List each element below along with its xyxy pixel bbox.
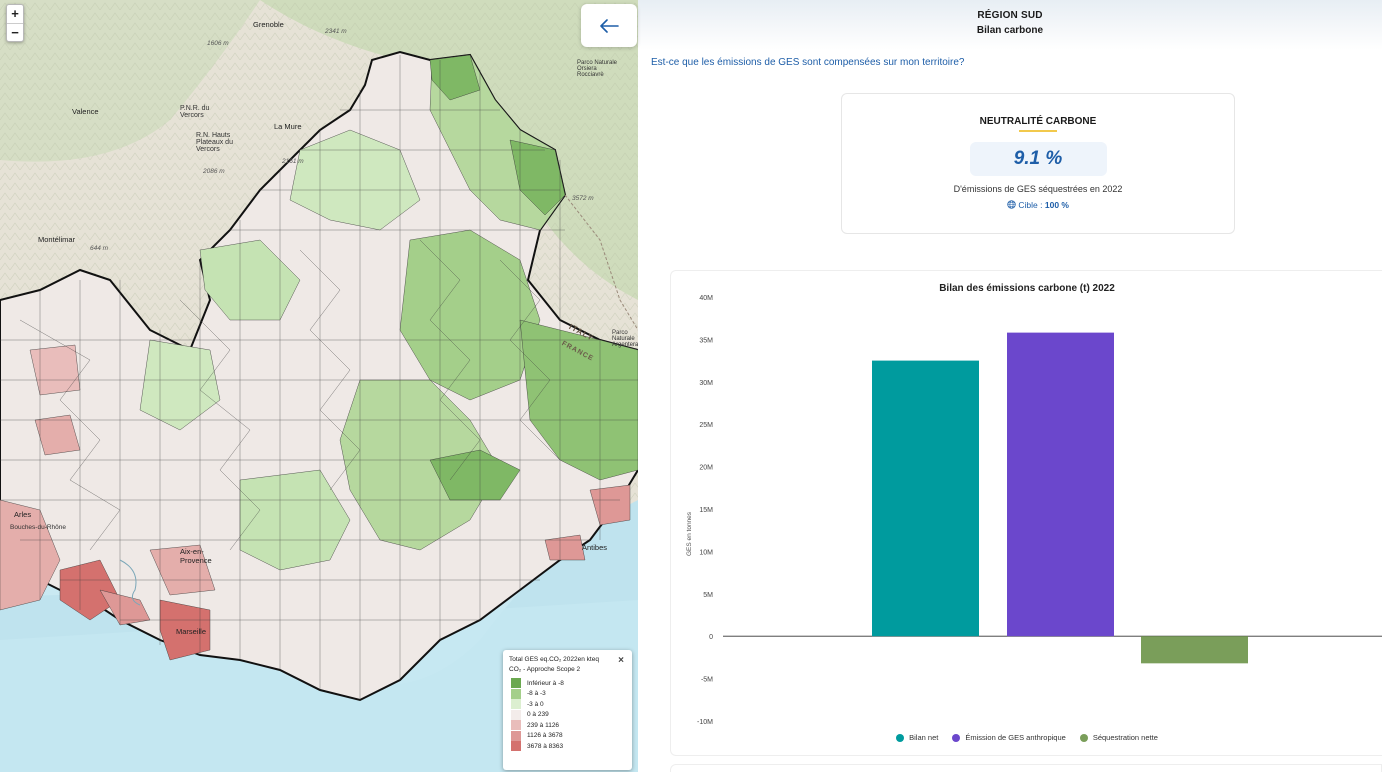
map-label-montelimar: Montélimar — [38, 235, 76, 244]
y-tick-label: 20M — [699, 465, 713, 472]
map-label-grenoble: Grenoble — [253, 20, 284, 29]
map-label-arles: Arles — [14, 510, 32, 519]
map-label-vercors: P.N.R. du Vercors — [180, 105, 210, 119]
map-label-parco-argentera: Parco Naturale Argentera — [612, 330, 638, 348]
page-subtitle: Bilan carbone — [976, 25, 1044, 36]
arrow-left-icon — [600, 18, 619, 33]
chart-legend: Bilan net Émission de GES anthropique Sé… — [671, 733, 1382, 742]
legend-item-label: -3 à 0 — [527, 700, 544, 708]
neutrality-value: 9.1 % — [969, 142, 1107, 176]
map-label-altitude-1606: 1606 m — [207, 40, 229, 47]
map-pane[interactable]: + − Grenoble Valence La Mure Montélimar … — [0, 0, 638, 772]
map-label-la-mure: La Mure — [274, 122, 302, 131]
legend-swatch — [511, 699, 521, 710]
y-tick-label: 15M — [699, 507, 713, 514]
globe-icon — [1007, 200, 1016, 209]
map-label-altitude-2161: 2161 m — [282, 158, 304, 165]
zoom-control: + − — [6, 4, 24, 42]
emissions-bar-chart: 40M 35M 30M 25M 20M 15M 10M 5M 0 -5M -10M GES en to… — [686, 295, 1382, 726]
legend-swatch — [511, 678, 521, 689]
map-label-antibes: Antibes — [582, 543, 608, 552]
legend-item: 0 à 239 — [511, 709, 626, 721]
map-label-aix: Aix-en-Provence — [180, 547, 212, 565]
map-label-bouches: Bouches-du-Rhône — [10, 524, 67, 531]
legend-item: -3 à 0 — [511, 699, 626, 710]
legend-item-label: 3678 à 8363 — [527, 742, 564, 750]
target-value: 100 % — [1044, 200, 1069, 210]
legend-item: 3678 à 8363 — [511, 741, 626, 752]
map-label-altitude-2086: 2086 m — [203, 168, 225, 175]
y-tick-label: 5M — [703, 592, 713, 599]
target-label: Cible : — [1018, 200, 1045, 210]
section-question: Est-ce que les émissions de GES sont com… — [651, 57, 965, 68]
map-label-marseille: Marseille — [176, 627, 207, 636]
map-label-valence: Valence — [72, 107, 99, 116]
zoom-out-button[interactable]: − — [7, 23, 23, 41]
emissions-chart-card: Bilan des émissions carbone (t) 2022 40M… — [670, 270, 1382, 756]
legend-item-label: 1126 à 3678 — [527, 732, 563, 740]
chart-legend-item[interactable]: Séquestration nette — [1079, 733, 1158, 742]
map-label-altitude-2341: 2341 m — [325, 28, 347, 35]
legend-dot — [952, 733, 961, 742]
legend-swatch — [511, 688, 521, 699]
y-tick-label: 35M — [699, 337, 713, 344]
next-card — [670, 764, 1382, 772]
legend-swatch — [511, 730, 521, 741]
chart-legend-label: Séquestration nette — [1092, 733, 1158, 742]
y-tick-label: -5M — [701, 677, 713, 684]
card-title: NEUTRALITÉ CARBONE — [979, 116, 1097, 127]
y-tick-label: 30M — [699, 380, 713, 387]
chart-legend-item[interactable]: Émission de GES anthropique — [952, 733, 1066, 742]
title-underline — [1019, 130, 1057, 132]
back-button[interactable] — [581, 4, 637, 47]
y-tick-label: 0 — [709, 634, 713, 641]
legend-item-label: 239 à 1126 — [527, 721, 560, 729]
legend-swatch — [511, 720, 521, 731]
neutrality-target: Cible : 100 % — [842, 200, 1234, 210]
map-legend: Total GES eq.CO₂ 2022en kteq CO₂ - Appro… — [503, 650, 632, 770]
y-tick-label: 25M — [699, 422, 713, 429]
y-tick-label: 10M — [699, 549, 713, 556]
legend-swatch — [511, 709, 521, 720]
panel-header: RÉGION SUD Bilan carbone — [638, 0, 1382, 50]
legend-item: -8 à -3 — [511, 688, 626, 700]
y-tick-label: -10M — [697, 719, 713, 726]
legend-close-button[interactable]: × — [618, 655, 624, 666]
neutrality-description: D'émissions de GES séquestrées en 2022 — [953, 184, 1123, 194]
legend-item-label: Inférieur à -8 — [527, 679, 564, 687]
bar — [872, 360, 979, 637]
chart-legend-label: Bilan net — [909, 733, 939, 742]
region-title: RÉGION SUD — [977, 10, 1043, 21]
legend-item-label: 0 à 239 — [527, 711, 549, 719]
y-tick-label: 40M — [699, 295, 713, 302]
bar — [1007, 332, 1114, 637]
info-panel: RÉGION SUD Bilan carbone Est-ce que les … — [638, 0, 1382, 772]
map-label-altitude-644: 644 m — [90, 245, 109, 252]
map-label-altitude-3572: 3572 m — [572, 195, 594, 202]
carbon-neutrality-card: NEUTRALITÉ CARBONE 9.1 % D'émissions de … — [841, 93, 1235, 234]
legend-item-label: -8 à -3 — [527, 690, 546, 698]
map-label-parco-orsiera: Parco Naturale Orsiera Rocciavrè — [577, 60, 618, 78]
legend-item: Inférieur à -8 — [511, 678, 626, 689]
legend-title: Total GES eq.CO₂ 2022en kteq CO₂ - Appro… — [509, 656, 599, 673]
legend-item: 1126 à 3678 — [511, 730, 626, 742]
legend-item: 239 à 1126 — [511, 720, 626, 731]
y-axis-label: GES en tonnes — [686, 511, 693, 556]
map-label-hauts-plateaux: R.N. Hauts Plateaux du Vercors — [196, 132, 233, 153]
legend-dot — [896, 733, 905, 742]
chart-legend-item[interactable]: Bilan net — [896, 733, 938, 742]
bar — [1141, 636, 1248, 664]
legend-dot — [1079, 733, 1088, 742]
zoom-in-button[interactable]: + — [7, 5, 23, 23]
legend-swatch — [511, 741, 521, 752]
chart-legend-label: Émission de GES anthropique — [965, 733, 1066, 742]
